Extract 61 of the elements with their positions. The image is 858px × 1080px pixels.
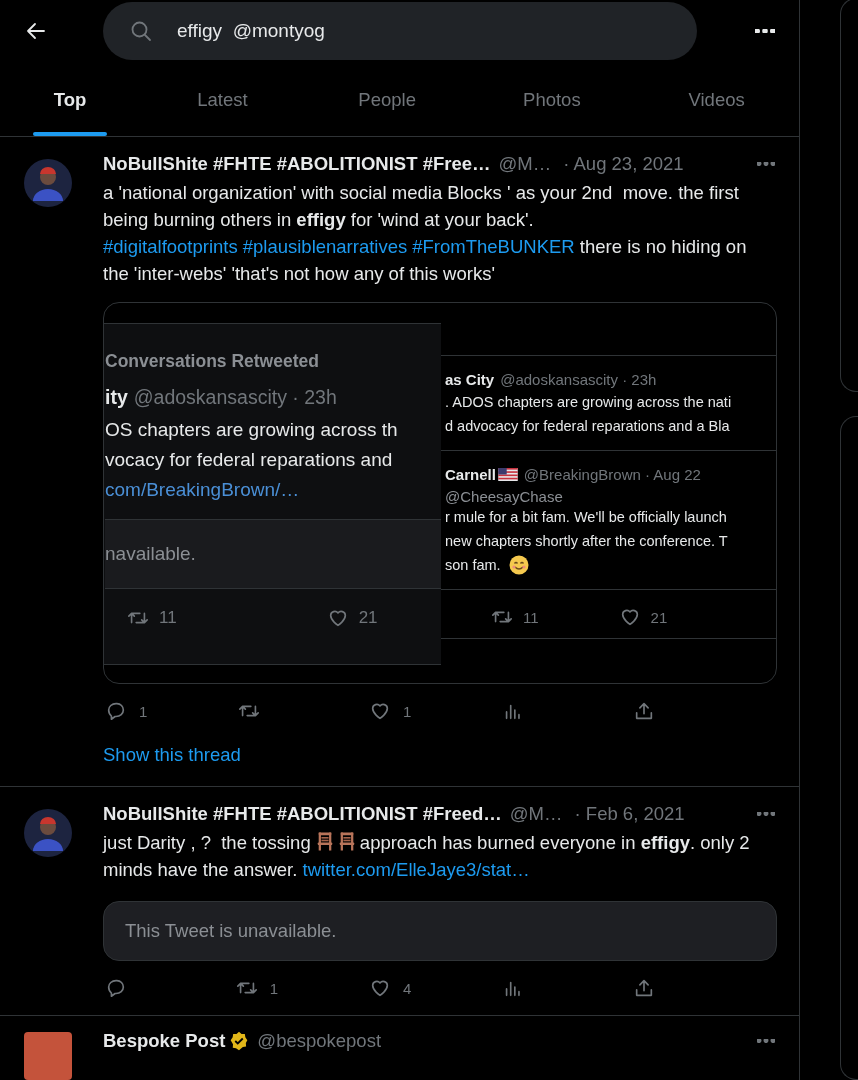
tab[interactable]: Latest [140,64,305,136]
tweet-text: just Darity , ? the tossing approach has burned everyone in effigy. only 2 minds have the answer. twitter.com/ElleJaye3/stat… [103,830,751,882]
author-handle: @M… [498,153,552,175]
link[interactable]: com/BreakingBrown/… [105,475,441,505]
action-count: 1 [403,702,412,720]
avatar-icon [24,159,72,207]
tab[interactable]: People [304,64,470,136]
tab[interactable]: Top [0,64,140,136]
tweet-date[interactable]: · Feb 6, 2021 [574,803,685,825]
author-meta: @adoskansascity · 23h [500,371,657,388]
search-field[interactable]: effigy @montyog [103,2,697,60]
tab[interactable]: Videos [634,64,799,136]
author-meta: @BreakingBrown · Aug 22 [523,466,701,483]
search-icon [129,19,153,43]
more-icon [757,1039,775,1043]
tweet-text-line: r mule for a bit fam. We'll be officially launch [445,508,727,527]
tweet-text-line: new chapters shortly after the conference. T [445,532,728,551]
chair-icon [337,831,356,852]
chair-icon [315,831,334,852]
share-icon [633,700,655,722]
author-name: ity [105,386,128,408]
tab[interactable]: Photos [469,64,635,136]
hashtag-link[interactable]: #digitalfootprints [103,236,238,257]
retweet-count: 11 [159,608,177,628]
tweet-text-line: . ADOS chapters are growing across the nati [445,393,732,412]
tweet-text: a 'national organization' with social media Blocks ' as your 2nd move. the first being burning others in effigy for 'wind at your back'. #digitalfootprints #plausiblenarratives #FromTheBUNKER there is no hiding on the 'inter-webs' 'that's not how any of this works' [103,181,748,286]
like-count: 21 [650,608,668,626]
author-handle: @bespokepost [257,1030,382,1052]
action-count: 4 [403,979,412,997]
hashtag-link[interactable]: #plausiblenarratives [242,236,408,257]
tweet-date[interactable]: · Aug 23, 2021 [563,153,684,175]
tweet-text-line: vocacy for federal reparations and [105,448,394,472]
author-meta: @adoskansascity · 23h [133,386,337,408]
author-handle: @M… [509,803,563,825]
author-name[interactable]: Bespoke Post [103,1030,226,1052]
link[interactable]: twitter.com/ElleJaye3/stat… [302,859,530,880]
action-count: 1 [269,979,279,997]
tweet-text-line: d advocacy for federal reparations and a Bla [445,417,730,436]
show-thread-link[interactable]: Show this thread [103,744,241,766]
avatar-icon [24,809,72,857]
screenshot-heading: Conversations Retweeted [105,351,320,372]
author-name[interactable]: NoBullShite #FHTE #ABOLITIONIST #Free… [103,153,491,175]
reply-mention: @CheesayChase [445,488,564,505]
author-name: Carnell [445,466,496,483]
more-icon [757,162,775,166]
reply-icon [105,700,127,722]
action-count: 1 [139,702,148,720]
author-name[interactable]: NoBullShite #FHTE #ABOLITIONIST #Freed… [103,803,502,825]
more-icon [757,812,775,816]
like-count: 21 [358,608,378,628]
more-icon [755,29,775,33]
hashtag-link[interactable]: #FromTheBUNKER [412,236,575,257]
retweet-count: 11 [523,608,539,626]
unavailable-notice: This Tweet is unavailable. [103,901,777,961]
reply-icon [105,977,127,999]
author-name: as City [445,371,495,388]
unavailable-notice: navailable. [105,519,441,589]
share-icon [633,977,655,999]
tweet-text-line: OS chapters are growing across th [105,418,399,442]
tweet-text-line: son fam. [445,556,501,575]
logo-placeholder [24,1032,72,1080]
